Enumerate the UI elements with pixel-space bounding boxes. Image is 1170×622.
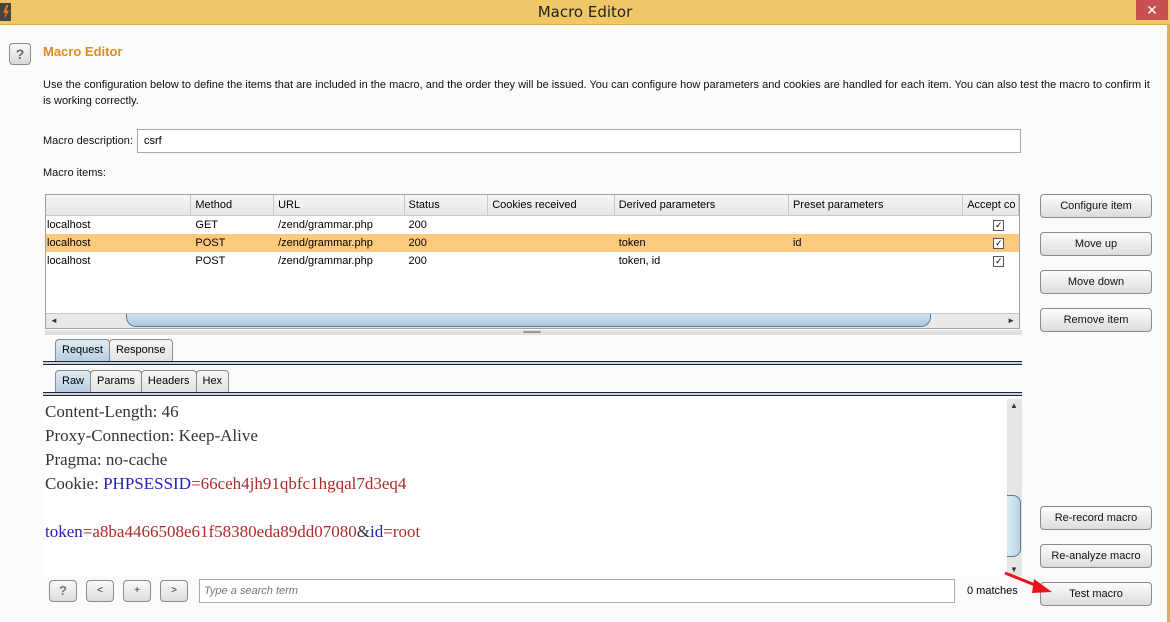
tab-divider	[43, 392, 1022, 396]
rerecord-macro-button[interactable]: Re-record macro	[1040, 506, 1152, 530]
table-header: Method URL Status Cookies received Deriv…	[46, 195, 1019, 216]
cell-status: 200	[408, 255, 427, 267]
cell-method: GET	[195, 219, 219, 231]
cell-status: 200	[408, 237, 427, 249]
remove-item-button[interactable]: Remove item	[1040, 308, 1152, 332]
column-header-cookies-received[interactable]: Cookies received	[488, 195, 615, 215]
param-value: a8ba4466508e61f58380eda89dd07080	[92, 522, 357, 541]
tab-hex[interactable]: Hex	[195, 370, 230, 392]
pane-splitter[interactable]	[45, 330, 1022, 335]
search-input[interactable]	[199, 579, 955, 603]
tab-raw[interactable]: Raw	[55, 370, 92, 392]
close-button[interactable]: ✕	[1136, 0, 1168, 20]
cell-derived: token	[618, 237, 646, 249]
column-header-preset-parameters[interactable]: Preset parameters	[789, 195, 964, 215]
cookie-prefix: Cookie:	[45, 474, 104, 493]
macro-items-label: Macro items:	[43, 167, 106, 179]
cell-status: 200	[408, 219, 427, 231]
tab-divider	[43, 361, 1022, 365]
table-row-selected[interactable]: localhost POST /zend/grammar.php 200 tok…	[46, 234, 1019, 252]
accept-cookies-checkbox[interactable]: ✓	[993, 256, 1005, 267]
cell-derived: token, id	[618, 255, 661, 267]
cell-host: localhost	[47, 219, 91, 231]
cell-url: /zend/grammar.php	[278, 219, 373, 231]
cell-accept: ✓	[963, 237, 1019, 249]
horizontal-scrollbar[interactable]: ◄ ►	[46, 313, 1019, 328]
param-name: token	[45, 522, 83, 541]
column-header-host[interactable]	[46, 195, 192, 215]
intro-text: Use the configuration below to define th…	[43, 79, 1150, 107]
column-header-method[interactable]: Method	[191, 195, 275, 215]
cell-accept: ✓	[963, 219, 1019, 231]
view-tabs: Raw Params Headers Hex	[55, 370, 230, 392]
scroll-right-icon[interactable]: ►	[1007, 316, 1015, 325]
column-header-derived-parameters[interactable]: Derived parameters	[615, 195, 789, 215]
cell-accept: ✓	[963, 255, 1019, 267]
vertical-scroll-thumb[interactable]	[1007, 495, 1021, 557]
annotation-arrow-icon	[1004, 571, 1052, 593]
header-line: Content-Length: 46	[45, 402, 179, 421]
header-line: Pragma: no-cache	[45, 450, 168, 469]
move-down-button[interactable]: Move down	[1040, 270, 1152, 294]
macro-description-input[interactable]	[137, 129, 1021, 153]
cell-host: localhost	[47, 255, 91, 267]
search-help-button[interactable]: ?	[49, 580, 77, 602]
param-eq: =	[82, 522, 93, 541]
window-title: Macro Editor	[537, 3, 633, 21]
configure-item-button[interactable]: Configure item	[1040, 194, 1152, 218]
request-response-tabs: Request Response	[55, 339, 173, 361]
cell-method: POST	[195, 237, 226, 249]
horizontal-scroll-thumb[interactable]	[126, 314, 931, 327]
column-header-url[interactable]: URL	[274, 195, 405, 215]
cookie-eq: =	[190, 474, 201, 493]
param-separator: &	[356, 522, 370, 541]
macro-items-table: Method URL Status Cookies received Deriv…	[45, 194, 1020, 329]
tab-response[interactable]: Response	[108, 339, 173, 361]
cookie-name: PHPSESSID	[103, 474, 191, 493]
title-bar: Macro Editor ✕	[0, 0, 1170, 25]
splitter-grip[interactable]	[523, 331, 541, 333]
vertical-scrollbar[interactable]: ▲ ▼	[1007, 399, 1022, 576]
table-row[interactable]: localhost POST /zend/grammar.php 200 tok…	[46, 252, 1019, 270]
blank-line: ​	[45, 496, 420, 520]
scroll-up-icon[interactable]: ▲	[1010, 401, 1018, 410]
param-eq: =	[383, 522, 393, 541]
macro-description-label: Macro description:	[43, 135, 133, 147]
accept-cookies-checkbox[interactable]: ✓	[993, 238, 1005, 249]
move-up-button[interactable]: Move up	[1040, 232, 1152, 256]
scroll-left-icon[interactable]: ◄	[50, 316, 58, 325]
param-name: id	[370, 522, 384, 541]
cookie-value: 66ceh4jh91qbfc1hgqal7d3eq4	[200, 474, 407, 493]
tab-params[interactable]: Params	[90, 370, 142, 392]
header-line: Proxy-Connection: Keep-Alive	[45, 426, 258, 445]
tab-request[interactable]: Request	[55, 339, 110, 361]
cell-preset: id	[792, 237, 802, 249]
body-line: token=a8ba4466508e61f58380eda89dd07080&i…	[45, 520, 420, 544]
cell-host: localhost	[47, 237, 91, 249]
cell-url: /zend/grammar.php	[278, 237, 373, 249]
cell-url: /zend/grammar.php	[278, 255, 373, 267]
page-title: Macro Editor	[43, 44, 123, 59]
cookie-line: Cookie: PHPSESSID=66ceh4jh91qbfc1hgqal7d…	[45, 472, 420, 496]
tab-headers[interactable]: Headers	[140, 370, 197, 392]
accept-cookies-checkbox[interactable]: ✓	[993, 220, 1005, 231]
search-previous-button[interactable]: <	[86, 580, 114, 602]
arrow-head	[1032, 579, 1052, 593]
request-text[interactable]: Content-Length: 46 Proxy-Connection: Keep…	[45, 400, 420, 544]
request-editor[interactable]: Content-Length: 46 Proxy-Connection: Keep…	[45, 399, 1022, 576]
column-header-status[interactable]: Status	[405, 195, 489, 215]
param-value: root	[392, 522, 421, 541]
search-next-button[interactable]: >	[160, 580, 188, 602]
cell-method: POST	[195, 255, 226, 267]
search-add-button[interactable]: +	[123, 580, 151, 602]
column-header-accept-cookies[interactable]: Accept co	[963, 195, 1019, 215]
table-row[interactable]: localhost GET /zend/grammar.php 200 ✓	[46, 216, 1019, 234]
help-button[interactable]: ?	[9, 43, 31, 65]
